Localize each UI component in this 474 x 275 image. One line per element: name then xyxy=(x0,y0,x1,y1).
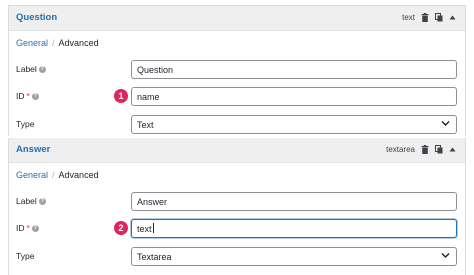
type-label: Type xyxy=(16,251,35,261)
field-group-actions: text xyxy=(402,11,457,23)
field-group-answer: Answer textarea General / Advanced Label… xyxy=(8,138,466,275)
id-row: ID * ? 2 text xyxy=(16,219,457,239)
label-input[interactable]: Answer xyxy=(131,192,457,211)
type-select-value: Textarea xyxy=(137,252,172,262)
label-row: Label ? Answer xyxy=(16,192,457,212)
type-select[interactable]: Text xyxy=(131,115,457,134)
tab-separator: / xyxy=(52,170,55,180)
caret-up-icon[interactable] xyxy=(448,11,457,23)
tab-advanced[interactable]: Advanced xyxy=(59,38,99,48)
field-group-tabs: General / Advanced xyxy=(16,38,99,48)
field-group-tabs: General / Advanced xyxy=(16,170,99,180)
tab-advanced[interactable]: Advanced xyxy=(59,170,99,180)
id-label: ID * ? xyxy=(16,223,39,233)
field-group-header[interactable]: Question text xyxy=(9,6,465,31)
field-group-actions: textarea xyxy=(386,143,457,155)
type-select-value: Text xyxy=(137,120,154,130)
tab-general[interactable]: General xyxy=(16,38,48,48)
label-input[interactable]: Question xyxy=(131,60,457,79)
chevron-down-icon xyxy=(441,121,450,126)
trash-icon[interactable] xyxy=(420,143,429,155)
label-label: Label ? xyxy=(16,64,46,74)
id-input-value: text xyxy=(137,224,152,234)
help-icon[interactable]: ? xyxy=(31,224,39,232)
trash-icon[interactable] xyxy=(420,11,429,23)
label-row: Label ? Question xyxy=(16,60,457,80)
chevron-down-icon xyxy=(441,253,450,258)
field-group-header[interactable]: Answer textarea xyxy=(9,138,465,163)
required-mark: * xyxy=(26,223,30,233)
id-input[interactable]: text xyxy=(131,219,457,238)
help-icon[interactable]: ? xyxy=(38,197,46,205)
required-mark: * xyxy=(26,91,30,101)
type-label: Type xyxy=(16,119,35,129)
duplicate-icon[interactable] xyxy=(434,143,443,155)
field-type-tag: text xyxy=(402,12,415,22)
caret-up-icon[interactable] xyxy=(448,143,457,155)
step-badge: 2 xyxy=(114,221,128,235)
tab-separator: / xyxy=(52,38,55,48)
field-group-question: Question text General / Advanced Label ?… xyxy=(8,5,466,136)
id-row: ID * ? 1 name xyxy=(16,87,457,107)
duplicate-icon[interactable] xyxy=(434,11,443,23)
text-cursor xyxy=(152,223,154,233)
help-icon[interactable]: ? xyxy=(31,92,39,100)
tab-general[interactable]: General xyxy=(16,170,48,180)
type-row: Type Text xyxy=(16,115,457,135)
type-select[interactable]: Textarea xyxy=(131,247,457,266)
type-row: Type Textarea xyxy=(16,247,457,267)
help-icon[interactable]: ? xyxy=(38,65,46,73)
id-input[interactable]: name xyxy=(131,87,457,106)
field-group-title[interactable]: Question xyxy=(16,12,57,23)
label-label: Label ? xyxy=(16,196,46,206)
field-group-title[interactable]: Answer xyxy=(16,144,50,155)
step-badge: 1 xyxy=(114,89,128,103)
id-label: ID * ? xyxy=(16,91,39,101)
field-type-tag: textarea xyxy=(386,144,415,154)
